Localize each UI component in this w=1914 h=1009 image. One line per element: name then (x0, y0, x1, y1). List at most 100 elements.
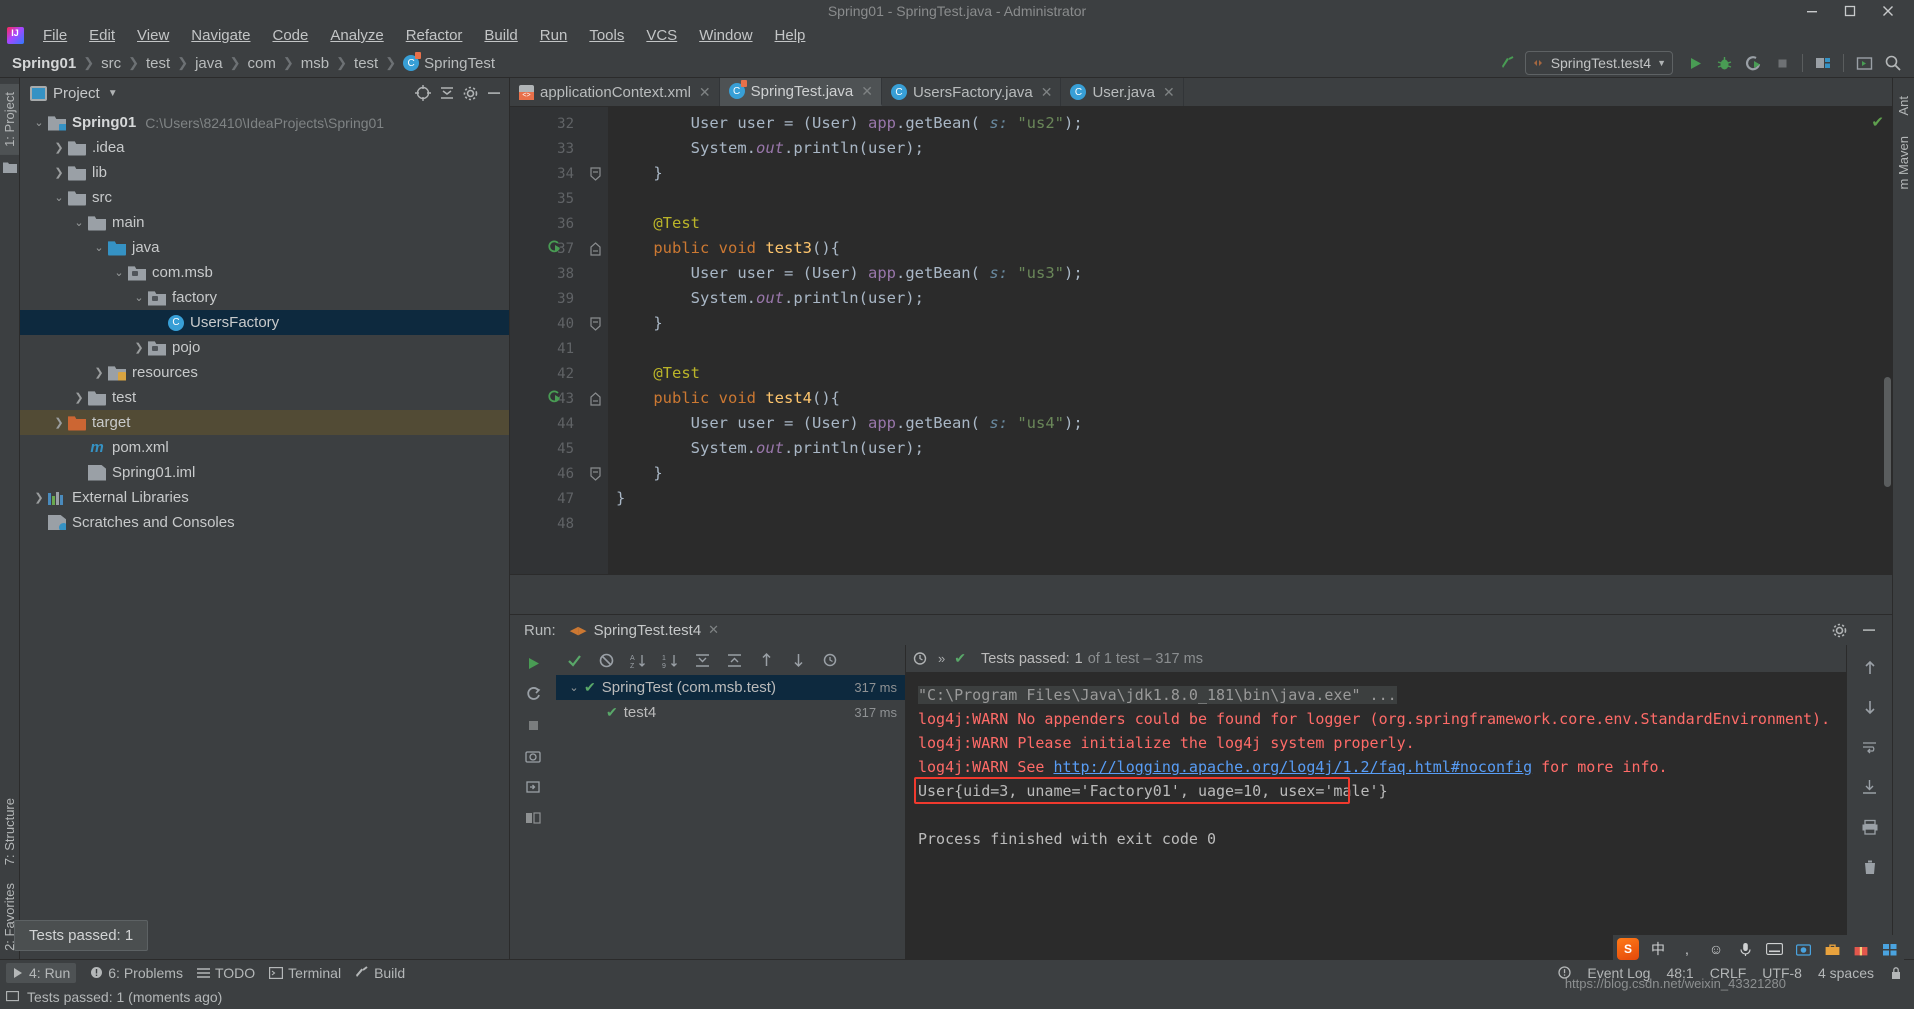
status-item-problems[interactable]: 6: Problems (90, 965, 183, 981)
collapse-all-icon[interactable] (438, 84, 456, 102)
settings-gear-icon[interactable] (1831, 622, 1848, 639)
code-line[interactable]: } (608, 461, 1892, 486)
sidebar-item-structure[interactable]: 7: Structure (0, 790, 19, 873)
editor-tab[interactable]: C User.java ✕ (1061, 78, 1184, 106)
close-icon[interactable]: ✕ (699, 84, 711, 101)
run-test-gutter-icon[interactable] (546, 240, 562, 256)
chevron-down-icon[interactable]: ⌄ (110, 266, 128, 279)
history-clock-icon[interactable] (912, 650, 929, 667)
chevron-down-icon[interactable]: ⌄ (30, 116, 48, 129)
code-line[interactable]: } (608, 161, 1892, 186)
test-history-icon[interactable] (821, 651, 840, 670)
editor-tab-bar[interactable]: applicationContext.xml✕CSpringTest.java✕… (510, 78, 1892, 107)
chevron-down-icon[interactable]: ⌄ (130, 291, 148, 304)
pin-tab-icon[interactable] (520, 775, 546, 799)
editor-tab[interactable]: applicationContext.xml ✕ (510, 78, 720, 106)
chevron-right-icon[interactable]: ❯ (130, 341, 148, 354)
chevron-right-icon[interactable]: ❯ (50, 166, 68, 179)
code-line[interactable]: User user = (User) app.getBean( s: "us2"… (608, 111, 1892, 136)
code-line[interactable]: @Test (608, 361, 1892, 386)
project-tree-row[interactable]: ⌄ factory (20, 285, 509, 310)
rerun-failed-icon[interactable] (520, 682, 546, 706)
close-icon[interactable]: ✕ (1163, 84, 1175, 101)
status-item-run[interactable]: 4: Run (6, 962, 77, 983)
hide-panel-icon[interactable] (485, 84, 503, 102)
code-folding-column[interactable] (582, 107, 608, 574)
editor-gutter[interactable]: 32 33 34 35 36 37 38 39 40 41 42 43 44 45 46 47 48 (510, 107, 582, 574)
chevron-down-icon[interactable]: ⌄ (70, 216, 88, 229)
menu-item-build[interactable]: Build (473, 24, 528, 47)
emoji-icon[interactable]: ☺ (1706, 939, 1726, 959)
chevron-right-icon[interactable]: ❯ (30, 491, 48, 504)
build-icon[interactable] (1496, 51, 1522, 75)
project-tree-row[interactable]: ❯ pojo (20, 335, 509, 360)
ime-punctuation-icon[interactable]: , (1677, 939, 1697, 959)
project-tree-row[interactable]: ❯ resources (20, 360, 509, 385)
project-tree-row[interactable]: ⌄ com.msb (20, 260, 509, 285)
project-tree-row[interactable]: ⌄ java (20, 235, 509, 260)
chevron-right-icon[interactable]: ❯ (50, 141, 68, 154)
breadcrumb-item-com[interactable]: com (244, 54, 280, 73)
editor-tab[interactable]: C SpringTest.java ✕ (719, 78, 882, 106)
menu-icon[interactable] (1880, 939, 1900, 959)
close-icon[interactable]: ✕ (708, 622, 719, 638)
project-tree-row[interactable]: ⌄ main (20, 210, 509, 235)
project-tree-row[interactable]: ❯ test (20, 385, 509, 410)
next-test-icon[interactable] (789, 651, 808, 670)
scroll-down-icon[interactable] (1857, 695, 1883, 719)
run-with-coverage-icon[interactable] (1740, 51, 1766, 75)
code-editor[interactable]: 32 33 34 35 36 37 38 39 40 41 42 43 44 45 46 47 48 User … (510, 107, 1892, 574)
menu-item-navigate[interactable]: Navigate (180, 24, 261, 47)
code-line[interactable]: System.out.println(user); (608, 136, 1892, 161)
lock-icon[interactable] (1890, 966, 1902, 980)
menu-item-edit[interactable]: Edit (78, 24, 126, 47)
menu-item-view[interactable]: View (126, 24, 180, 47)
settings-gear-icon[interactable] (462, 85, 479, 102)
project-tree-row[interactable]: ❯ External Libraries (20, 485, 509, 510)
project-tree-row[interactable]: ❯ lib (20, 160, 509, 185)
project-tree-row[interactable]: Spring01.iml (20, 460, 509, 485)
prev-test-icon[interactable] (757, 651, 776, 670)
layout-icon[interactable] (520, 806, 546, 830)
print-icon[interactable] (1857, 815, 1883, 839)
code-line[interactable]: public void test3(){ (608, 236, 1892, 261)
sort-by-duration-icon[interactable]: 19 (661, 651, 680, 670)
search-icon[interactable] (1880, 51, 1906, 75)
hide-panel-icon[interactable] (1860, 621, 1878, 639)
editor-tab[interactable]: C UsersFactory.java ✕ (882, 78, 1062, 106)
fold-marker-icon[interactable] (582, 386, 608, 411)
maximize-icon[interactable] (1842, 3, 1858, 19)
scroll-from-source-icon[interactable] (414, 84, 432, 102)
close-icon[interactable] (1880, 3, 1896, 19)
menu-item-help[interactable]: Help (764, 24, 817, 47)
indent-setting[interactable]: 4 spaces (1818, 965, 1874, 981)
project-tree-row[interactable]: m pom.xml (20, 435, 509, 460)
keyboard-icon[interactable] (1764, 939, 1784, 959)
run-tab-springtest-test4[interactable]: ◀▶ SpringTest.test4 ✕ (566, 620, 723, 641)
chevron-down-icon[interactable]: ▼ (108, 88, 118, 99)
code-line[interactable]: System.out.println(user); (608, 286, 1892, 311)
gift-icon[interactable] (1851, 939, 1871, 959)
collapse-all-icon[interactable] (725, 651, 744, 670)
fold-marker-icon[interactable] (582, 161, 608, 186)
scroll-up-icon[interactable] (1857, 655, 1883, 679)
code-line[interactable]: @Test (608, 211, 1892, 236)
soft-wrap-icon[interactable] (1857, 735, 1883, 759)
rerun-icon[interactable] (520, 651, 546, 675)
code-lines[interactable]: User user = (User) app.getBean( s: "us2"… (608, 107, 1892, 574)
breadcrumb-item-testpkg[interactable]: test (350, 54, 382, 73)
status-item-todo[interactable]: TODO (196, 965, 255, 981)
project-tree-row[interactable]: ❯ target (20, 410, 509, 435)
sidebar-item-ant[interactable]: Ant (1894, 88, 1913, 124)
test-tree[interactable]: ⌄ ✔ SpringTest (com.msb.test) 317 ms ✔ test4 3… (556, 675, 905, 725)
delete-trash-icon[interactable] (1857, 855, 1883, 879)
sort-alphabetically-icon[interactable]: AZ (629, 651, 648, 670)
code-line[interactable] (608, 336, 1892, 361)
console-link[interactable]: http://logging.apache.org/log4j/1.2/faq.… (1053, 758, 1532, 776)
code-line[interactable]: User user = (User) app.getBean( s: "us3"… (608, 261, 1892, 286)
console-output[interactable]: "C:\Program Files\Java\jdk1.8.0_181\bin\… (906, 673, 1846, 959)
project-tree-row[interactable]: ⌄ Spring01 C:\Users\82410\IdeaProjects\Spr… (20, 110, 509, 135)
close-icon[interactable]: ✕ (861, 83, 873, 100)
camera-icon[interactable] (520, 744, 546, 768)
code-line[interactable] (608, 186, 1892, 211)
